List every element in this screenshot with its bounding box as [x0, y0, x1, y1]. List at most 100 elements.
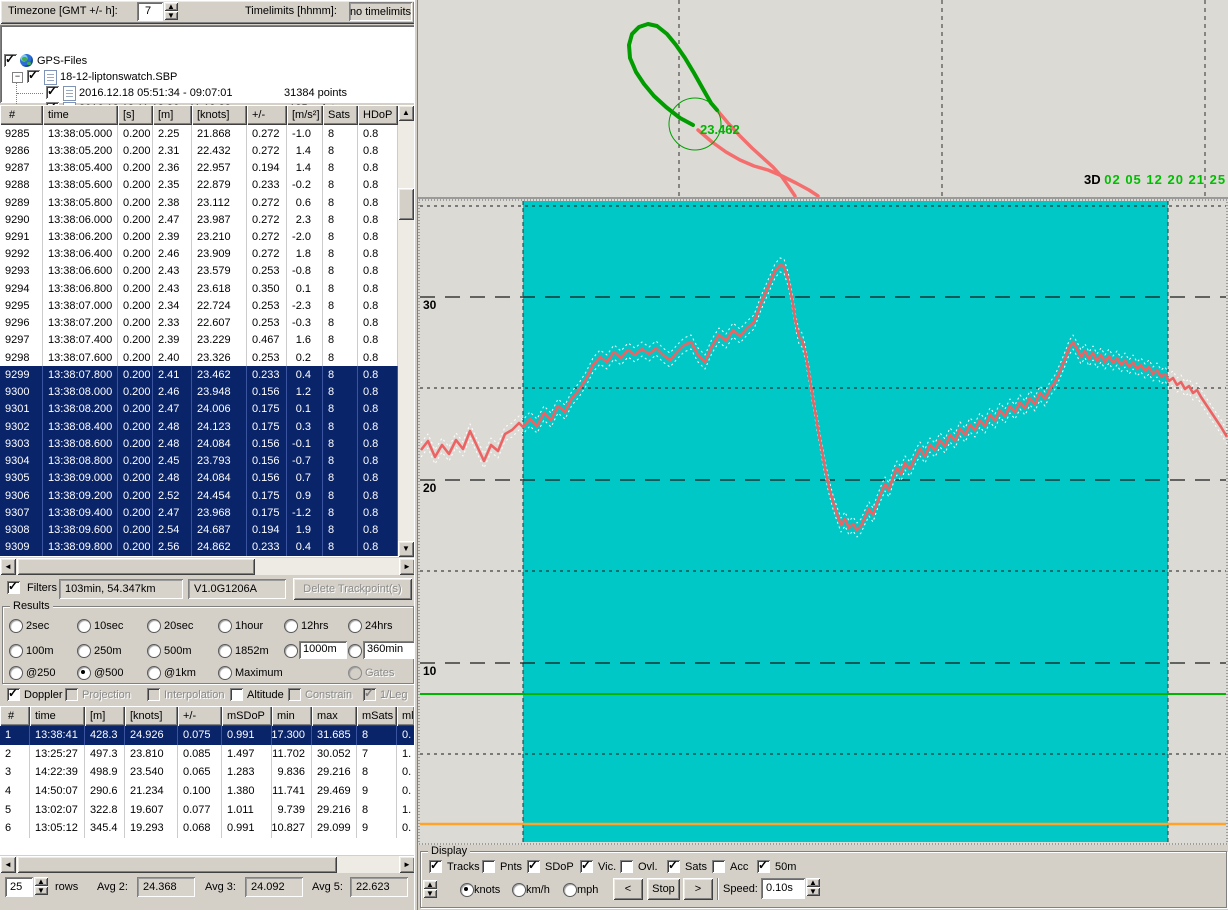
hscroll-thumb[interactable] — [17, 558, 255, 575]
checkbox-sats[interactable]: ✓ — [667, 860, 680, 873]
results-hscrollbar[interactable]: ◄ ► — [0, 856, 415, 873]
replay-speed-spinner[interactable]: ▲ ▼ — [806, 878, 820, 896]
checkbox-1leg[interactable]: ✓ — [363, 688, 376, 701]
checkbox-altitude[interactable] — [230, 688, 243, 701]
results-column-header-max[interactable]: max — [312, 706, 357, 726]
scroll-down-icon[interactable]: ▼ — [398, 541, 414, 557]
radio-360min[interactable] — [348, 644, 362, 658]
hscroll-thumb[interactable] — [17, 856, 337, 873]
radio-@250[interactable] — [9, 666, 23, 680]
table-row[interactable]: 928913:38:05.8000.2002.3823.1120.2720.68… — [0, 194, 415, 211]
radio-2sec[interactable] — [9, 619, 23, 633]
checkbox-interpolation[interactable] — [147, 688, 160, 701]
radio-10sec[interactable] — [77, 619, 91, 633]
vscroll-thumb[interactable] — [398, 188, 414, 220]
table-row[interactable]: 930513:38:09.0000.2002.4824.0840.1560.78… — [0, 470, 415, 487]
checkbox-constrain[interactable] — [288, 688, 301, 701]
scroll-left-icon[interactable]: ◄ — [0, 856, 16, 873]
checkbox-vic[interactable]: ✓ — [580, 860, 593, 873]
table-row[interactable]: 929013:38:06.0000.2002.4723.9870.2722.38… — [0, 211, 415, 228]
scroll-right-icon[interactable]: ► — [399, 856, 415, 873]
table-row[interactable]: 929113:38:06.2000.2002.3923.2100.272-2.0… — [0, 228, 415, 245]
table-row[interactable]: 929713:38:07.4000.2002.3923.2290.4671.68… — [0, 332, 415, 349]
results-column-header-min[interactable]: min — [272, 706, 312, 726]
speed-chart-panel[interactable]: 30 20 10 — [418, 199, 1228, 845]
firmware-version-box[interactable]: V1.0G1206A — [188, 579, 286, 599]
scroll-left-icon[interactable]: ◄ — [0, 558, 16, 575]
table-row[interactable]: 930313:38:08.6000.2002.4824.0840.156-0.1… — [0, 435, 415, 452]
radio-20sec[interactable] — [147, 619, 161, 633]
checkbox-pnts[interactable] — [482, 860, 495, 873]
table-row[interactable]: 930913:38:09.8000.2002.5624.8620.2330.48… — [0, 539, 415, 556]
column-header-time[interactable]: time — [43, 105, 118, 125]
checkbox-doppler[interactable]: ✓ — [7, 688, 20, 701]
results-column-header-ml[interactable]: ml — [397, 706, 415, 726]
trackpoint-vscrollbar[interactable]: ▲ ▼ — [398, 105, 414, 557]
spin-down-icon[interactable]: ▼ — [164, 11, 178, 20]
table-row[interactable]: 928813:38:05.6000.2002.3522.8790.233-0.2… — [0, 177, 415, 194]
checkbox-tracks[interactable]: ✓ — [429, 860, 442, 873]
table-row[interactable]: 929413:38:06.8000.2002.4323.6180.3500.18… — [0, 280, 415, 297]
radio-250m[interactable] — [77, 644, 91, 658]
tree-file-checkbox[interactable]: ✓ — [27, 70, 40, 83]
results-column-header-[interactable]: # — [0, 706, 30, 726]
radio-1hour[interactable] — [218, 619, 232, 633]
column-header-knots[interactable]: [knots] — [192, 105, 247, 125]
column-header-[interactable]: # — [0, 105, 43, 125]
checkbox-sdop[interactable]: ✓ — [527, 860, 540, 873]
column-header-hdop[interactable]: HDoP — [358, 105, 398, 125]
radio-kmh[interactable] — [512, 883, 526, 897]
radio-100m[interactable] — [9, 644, 23, 658]
radio-500m[interactable] — [147, 644, 161, 658]
checkbox-acc[interactable] — [712, 860, 725, 873]
step-forward-button[interactable]: > — [683, 878, 713, 900]
radio-Maximum[interactable] — [218, 666, 232, 680]
column-header-sats[interactable]: Sats — [323, 105, 358, 125]
results-row[interactable]: 213:25:27497.323.8100.0851.49711.70230.0… — [0, 745, 415, 764]
radio-Gates[interactable] — [348, 666, 362, 680]
timezone-input[interactable]: 7 — [137, 2, 163, 21]
table-row[interactable]: 929213:38:06.4000.2002.4623.9090.2721.88… — [0, 246, 415, 263]
radio-1852m[interactable] — [218, 644, 232, 658]
table-row[interactable]: 928713:38:05.4000.2002.3622.9570.1941.48… — [0, 159, 415, 176]
results-column-header-[interactable]: +/- — [178, 706, 222, 726]
trackpoint-hscrollbar[interactable]: ◄ ► — [0, 558, 415, 575]
results-column-header-msdop[interactable]: mSDoP — [222, 706, 272, 726]
timelimits-box[interactable]: no timelimits — [349, 2, 412, 21]
results-column-header-msats[interactable]: mSats — [357, 706, 397, 726]
replay-speed-input[interactable]: 0.10s — [761, 878, 805, 899]
results-row[interactable]: 314:22:39498.923.5400.0651.2839.83629.21… — [0, 763, 415, 782]
tree-collapse-toggle[interactable]: − — [12, 72, 23, 83]
track-map-panel[interactable]: 23.462 3D 02 05 12 20 21 25 — [418, 0, 1228, 199]
radio-@1km[interactable] — [147, 666, 161, 680]
tree-file-label[interactable]: 18-12-liptonswatch.SBP — [60, 71, 177, 83]
input-360min[interactable]: 360min — [363, 641, 419, 659]
checkbox-projection[interactable] — [65, 688, 78, 701]
rows-input[interactable]: 25 — [5, 877, 33, 897]
results-column-header-knots[interactable]: [knots] — [125, 706, 178, 726]
checkbox-50m[interactable]: ✓ — [757, 860, 770, 873]
spin-up-icon[interactable]: ▲ — [806, 878, 820, 887]
spin-up-icon[interactable]: ▲ — [164, 2, 178, 11]
timezone-spinner[interactable]: ▲ ▼ — [164, 2, 178, 20]
radio-12hrs[interactable] — [284, 619, 298, 633]
table-row[interactable]: 930413:38:08.8000.2002.4523.7930.156-0.7… — [0, 452, 415, 469]
table-row[interactable]: 929913:38:07.8000.2002.4123.4620.2330.48… — [0, 366, 415, 383]
column-header-ms[interactable]: [m/s²] — [287, 105, 323, 125]
column-header-[interactable]: +/- — [247, 105, 287, 125]
tree-root-checkbox[interactable]: ✓ — [4, 54, 17, 67]
results-row[interactable]: 113:38:41428.324.9260.0750.99117.30031.6… — [0, 726, 415, 745]
stop-button[interactable]: Stop — [647, 878, 680, 900]
column-header-s[interactable]: [s] — [118, 105, 153, 125]
table-row[interactable]: 929513:38:07.0000.2002.3422.7240.253-2.3… — [0, 297, 415, 314]
table-row[interactable]: 929613:38:07.2000.2002.3322.6070.253-0.3… — [0, 315, 415, 332]
results-row[interactable]: 414:50:07290.621.2340.1001.38011.74129.4… — [0, 782, 415, 801]
spin-down-icon[interactable]: ▼ — [806, 887, 820, 896]
table-row[interactable]: 929813:38:07.6000.2002.4023.3260.2530.28… — [0, 349, 415, 366]
table-row[interactable]: 930213:38:08.4000.2002.4824.1230.1750.38… — [0, 418, 415, 435]
checkbox-ovl[interactable] — [620, 860, 633, 873]
table-row[interactable]: 930013:38:08.0000.2002.4623.9480.1561.28… — [0, 384, 415, 401]
filters-checkbox[interactable]: ✓ — [7, 581, 20, 594]
table-row[interactable]: 930713:38:09.4000.2002.4723.9680.175-1.2… — [0, 504, 415, 521]
table-row[interactable]: 929313:38:06.6000.2002.4323.5790.253-0.8… — [0, 263, 415, 280]
